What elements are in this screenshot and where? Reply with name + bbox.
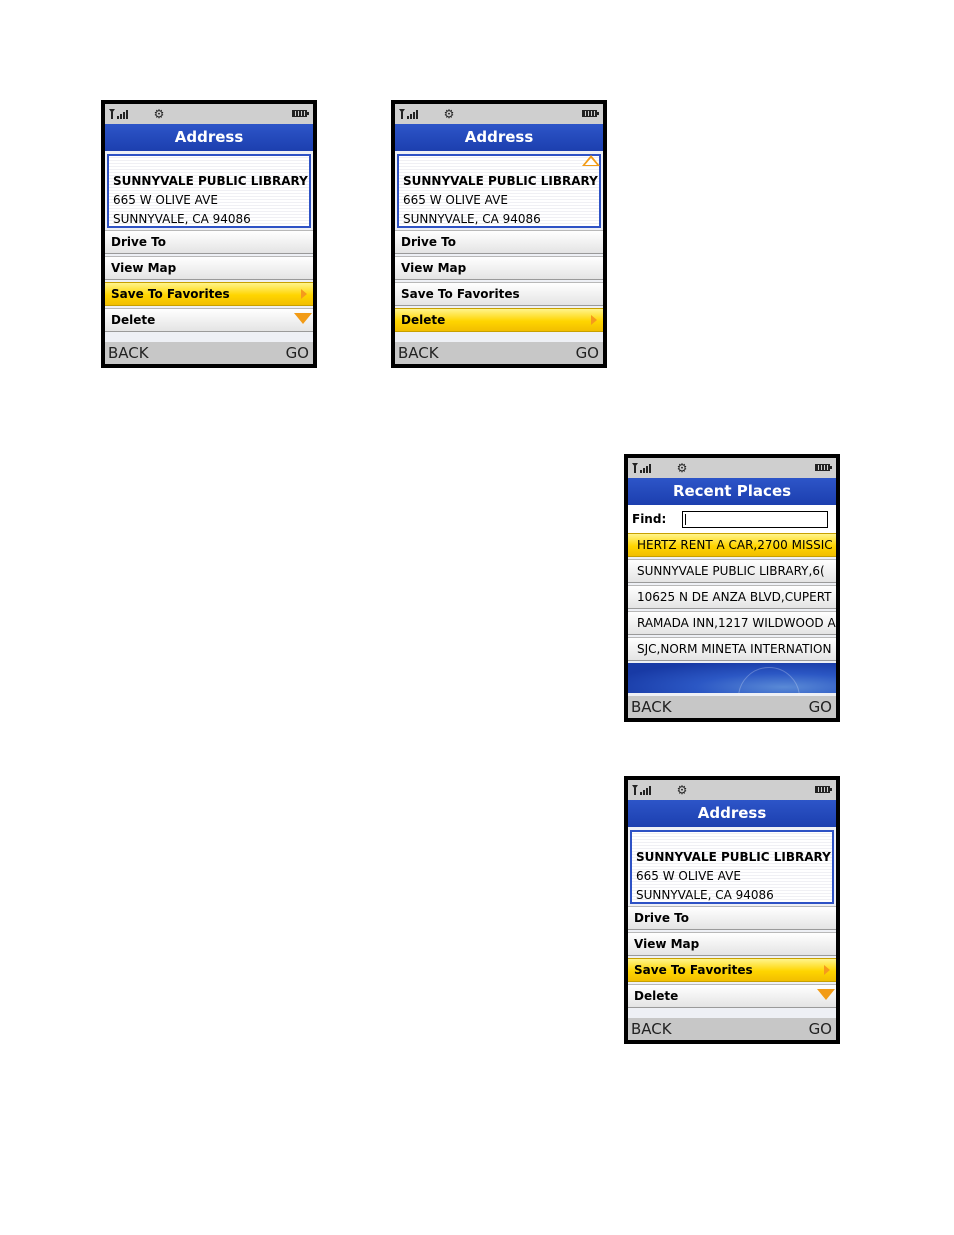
- back-softkey[interactable]: BACK: [398, 342, 439, 364]
- back-softkey[interactable]: BACK: [108, 342, 149, 364]
- menu-item-delete[interactable]: Delete: [105, 308, 313, 332]
- chevron-right-icon: [824, 965, 830, 975]
- address-box: SUNNYVALE PUBLIC LIBRARY 665 W OLIVE AVE…: [630, 830, 834, 904]
- menu-item-delete[interactable]: Delete: [628, 984, 836, 1008]
- place-city: SUNNYVALE, CA 94086: [636, 888, 774, 902]
- battery-icon: [815, 786, 832, 793]
- signal-icon: [399, 109, 418, 119]
- go-softkey[interactable]: GO: [809, 696, 832, 718]
- address-box: SUNNYVALE PUBLIC LIBRARY 665 W OLIVE AVE…: [107, 154, 311, 228]
- phone-screen-address-1: ⚙ Address SUNNYVALE PUBLIC LIBRARY 665 W…: [101, 100, 317, 368]
- scroll-down-icon[interactable]: [817, 989, 835, 1000]
- battery-icon: [815, 464, 832, 471]
- place-street: 665 W OLIVE AVE: [113, 193, 218, 207]
- phone-screen-address-3: ⚙ Address SUNNYVALE PUBLIC LIBRARY 665 W…: [624, 776, 840, 1044]
- place-city: SUNNYVALE, CA 94086: [403, 212, 541, 226]
- screen-title: Address: [628, 800, 836, 827]
- battery-icon: [582, 110, 599, 117]
- battery-icon: [292, 110, 309, 117]
- phone-screen-address-2: ⚙ Address SUNNYVALE PUBLIC LIBRARY 665 W…: [391, 100, 607, 368]
- list-item-recent-place[interactable]: RAMADA INN,1217 WILDWOOD A: [628, 611, 836, 635]
- menu-item-save-to-favorites[interactable]: Save To Favorites: [395, 282, 603, 306]
- status-bar: ⚙: [628, 458, 836, 478]
- go-softkey[interactable]: GO: [576, 342, 599, 364]
- go-softkey[interactable]: GO: [286, 342, 309, 364]
- signal-icon: [632, 785, 651, 795]
- scroll-down-icon[interactable]: [294, 313, 312, 324]
- go-softkey[interactable]: GO: [809, 1018, 832, 1040]
- menu-item-label: Drive To: [634, 911, 689, 925]
- back-softkey[interactable]: BACK: [631, 1018, 672, 1040]
- screen: ⚙ Recent Places Find: HERTZ RENT A CAR,2…: [628, 458, 836, 718]
- address-box: SUNNYVALE PUBLIC LIBRARY 665 W OLIVE AVE…: [397, 154, 601, 228]
- menu-item-label: Drive To: [111, 235, 166, 249]
- menu-item-label: Save To Favorites: [111, 287, 230, 301]
- phone-screen-recent-places: ⚙ Recent Places Find: HERTZ RENT A CAR,2…: [624, 454, 840, 722]
- place-street: 665 W OLIVE AVE: [403, 193, 508, 207]
- settings-icon: ⚙: [676, 783, 688, 797]
- list-item-recent-place[interactable]: HERTZ RENT A CAR,2700 MISSIC: [628, 533, 836, 557]
- menu-item-label: Save To Favorites: [401, 287, 520, 301]
- menu-item-save-to-favorites[interactable]: Save To Favorites: [628, 958, 836, 982]
- status-bar: ⚙: [395, 104, 603, 124]
- back-softkey[interactable]: BACK: [631, 696, 672, 718]
- menu-item-label: View Map: [634, 937, 700, 951]
- menu-item-label: Delete: [111, 313, 156, 327]
- status-bar: ⚙: [105, 104, 313, 124]
- signal-icon: [109, 109, 128, 119]
- menu-item-label: Save To Favorites: [634, 963, 753, 977]
- screen-title: Recent Places: [628, 478, 836, 505]
- menu-item-label: Delete: [401, 313, 446, 327]
- place-city: SUNNYVALE, CA 94086: [113, 212, 251, 226]
- find-row: Find:: [628, 505, 836, 533]
- menu-item-view-map[interactable]: View Map: [395, 256, 603, 280]
- screen-title: Address: [395, 124, 603, 151]
- list-item-recent-place[interactable]: 10625 N DE ANZA BLVD,CUPERT: [628, 585, 836, 609]
- chevron-right-icon: [301, 289, 307, 299]
- settings-icon: ⚙: [676, 461, 688, 475]
- menu-item-label: View Map: [401, 261, 467, 275]
- softkey-bar: BACK GO: [628, 1018, 836, 1040]
- menu-item-delete[interactable]: Delete: [395, 308, 603, 332]
- find-label: Find:: [632, 512, 667, 526]
- menu-item-view-map[interactable]: View Map: [628, 932, 836, 956]
- softkey-bar: BACK GO: [105, 342, 313, 364]
- place-street: 665 W OLIVE AVE: [636, 869, 741, 883]
- menu-item-drive-to[interactable]: Drive To: [105, 230, 313, 254]
- screen: ⚙ Address SUNNYVALE PUBLIC LIBRARY 665 W…: [395, 104, 603, 364]
- chevron-right-icon: [591, 315, 597, 325]
- place-name: SUNNYVALE PUBLIC LIBRARY: [636, 850, 831, 864]
- screen-title: Address: [105, 124, 313, 151]
- signal-icon: [632, 463, 651, 473]
- menu-item-drive-to[interactable]: Drive To: [628, 906, 836, 930]
- softkey-bar: BACK GO: [395, 342, 603, 364]
- list-item-recent-place[interactable]: SUNNYVALE PUBLIC LIBRARY,6(: [628, 559, 836, 583]
- menu-item-save-to-favorites[interactable]: Save To Favorites: [105, 282, 313, 306]
- place-name: SUNNYVALE PUBLIC LIBRARY: [113, 174, 308, 188]
- place-name: SUNNYVALE PUBLIC LIBRARY: [403, 174, 598, 188]
- find-input[interactable]: [682, 510, 829, 528]
- screen: ⚙ Address SUNNYVALE PUBLIC LIBRARY 665 W…: [105, 104, 313, 364]
- settings-icon: ⚙: [443, 107, 455, 121]
- background-graphic: [628, 663, 836, 693]
- screen: ⚙ Address SUNNYVALE PUBLIC LIBRARY 665 W…: [628, 780, 836, 1040]
- settings-icon: ⚙: [153, 107, 165, 121]
- menu-item-view-map[interactable]: View Map: [105, 256, 313, 280]
- softkey-bar: BACK GO: [628, 696, 836, 718]
- menu-item-label: Delete: [634, 989, 679, 1003]
- scroll-up-icon[interactable]: [582, 155, 600, 166]
- list-item-recent-place[interactable]: SJC,NORM MINETA INTERNATION: [628, 637, 836, 661]
- menu-item-label: Drive To: [401, 235, 456, 249]
- menu-item-label: View Map: [111, 261, 177, 275]
- status-bar: ⚙: [628, 780, 836, 800]
- menu-item-drive-to[interactable]: Drive To: [395, 230, 603, 254]
